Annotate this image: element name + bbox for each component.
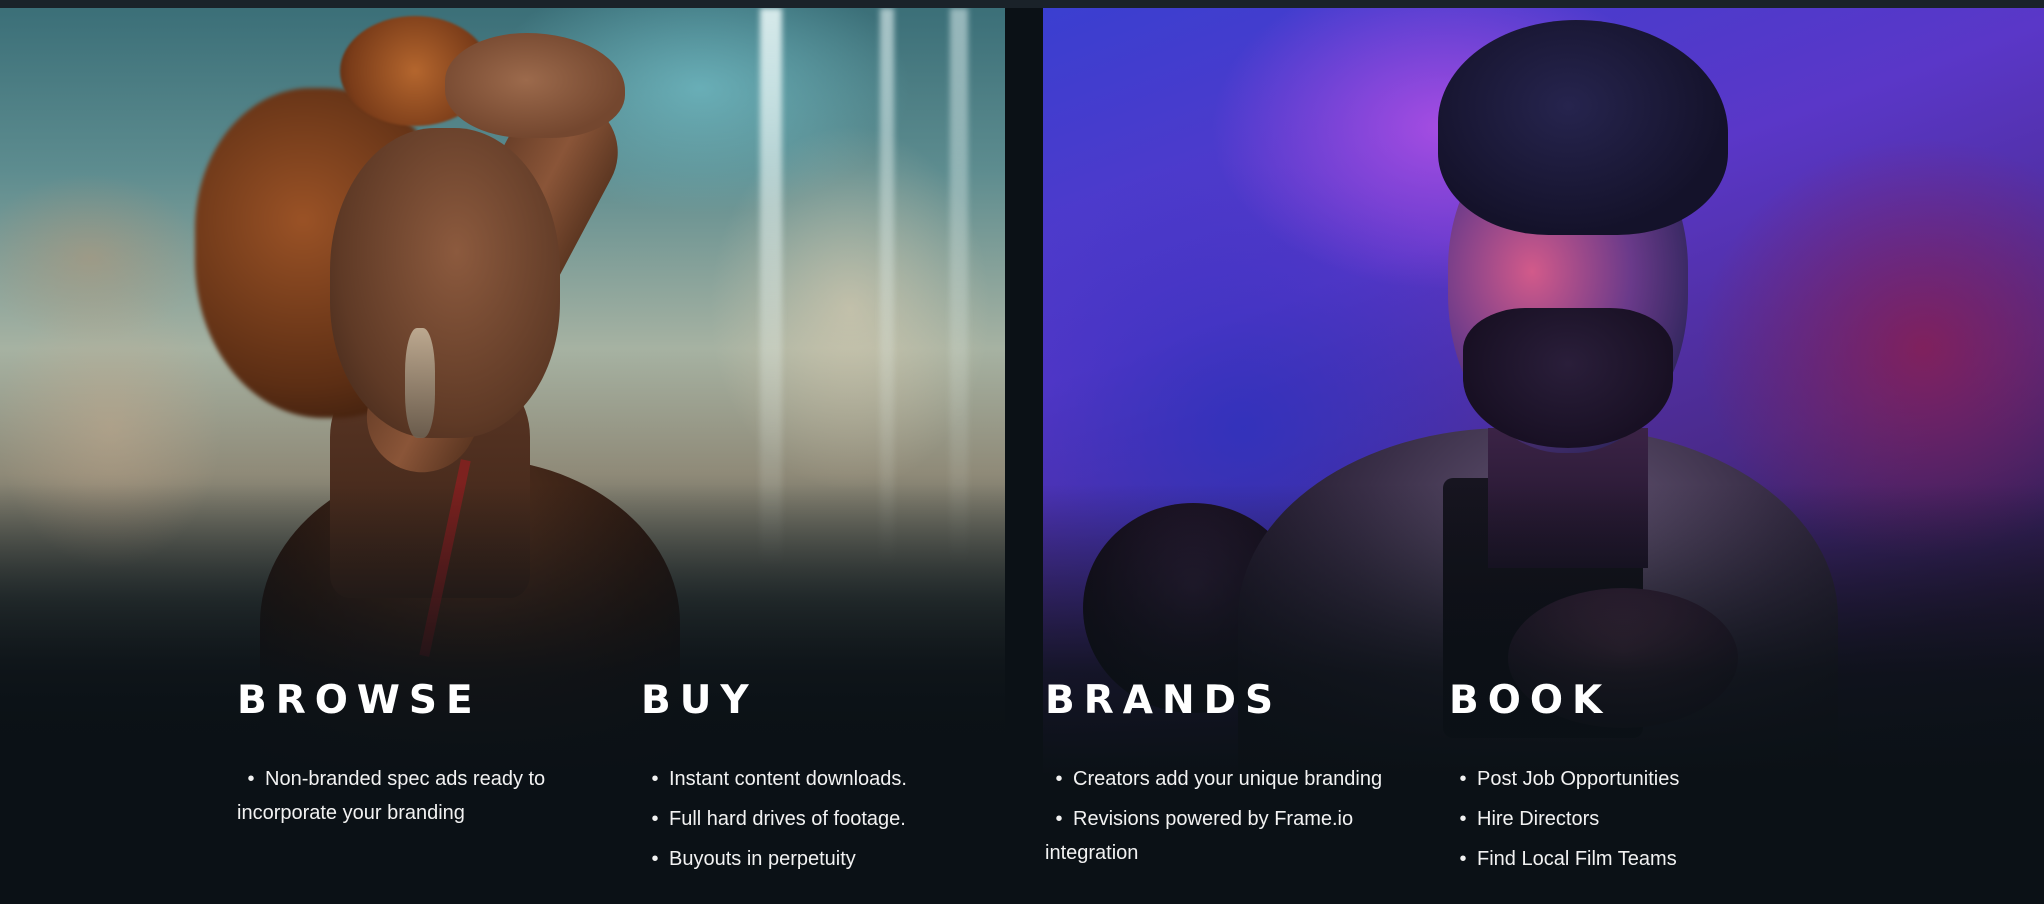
list-item: • Hire Directors: [1449, 802, 1829, 836]
column-heading: BROWSE: [237, 678, 482, 723]
feature-column-brands: BRANDS • Creators add your unique brandin…: [1045, 675, 1415, 876]
woman-earring: [405, 328, 435, 438]
bullet-icon: •: [651, 848, 659, 870]
feature-list: • Post Job Opportunities • Hire Directors …: [1449, 762, 1829, 876]
man-beard: [1463, 308, 1673, 448]
feature-list: • Non-branded spec ads ready to incorpora…: [237, 762, 617, 830]
list-item: • Non-branded spec ads ready to incorpora…: [237, 762, 617, 830]
page: BROWSE • Non-branded spec ads ready to in…: [0, 0, 2044, 904]
list-item: • Revisions powered by Frame.io integrati…: [1045, 802, 1415, 870]
bullet-icon: •: [1459, 848, 1467, 870]
list-item: • Buyouts in perpetuity: [641, 842, 1021, 876]
bullet-icon: •: [651, 768, 659, 790]
bullet-icon: •: [247, 768, 255, 790]
feature-column-buy: BUY • Instant content downloads. • Full ha…: [641, 675, 1021, 882]
feature-column-browse: BROWSE • Non-branded spec ads ready to in…: [237, 675, 617, 836]
list-item-text: Revisions powered by Frame.io integratio…: [1045, 808, 1354, 864]
list-item-text: Hire Directors: [1477, 808, 1600, 830]
list-item: • Full hard drives of footage.: [641, 802, 1021, 836]
list-item: • Creators add your unique branding: [1045, 762, 1415, 796]
bullet-icon: •: [1055, 808, 1063, 830]
list-item: • Instant content downloads.: [641, 762, 1021, 796]
column-heading: BOOK: [1449, 678, 1612, 723]
feature-list: • Instant content downloads. • Full hard d…: [641, 762, 1021, 876]
list-item-text: Full hard drives of footage.: [669, 808, 906, 830]
bullet-icon: •: [1055, 768, 1063, 790]
column-heading: BUY: [641, 678, 758, 723]
top-border: [0, 0, 2044, 8]
list-item-text: Instant content downloads.: [669, 768, 907, 790]
bullet-icon: •: [1459, 768, 1467, 790]
feature-list: • Creators add your unique branding • Revi…: [1045, 762, 1415, 870]
woman-face: [330, 128, 560, 438]
list-item-text: Non-branded spec ads ready to incorporat…: [237, 768, 546, 824]
list-item-text: Buyouts in perpetuity: [669, 848, 856, 870]
list-item-text: Find Local Film Teams: [1477, 848, 1677, 870]
list-item-text: Creators add your unique branding: [1073, 768, 1383, 790]
bullet-icon: •: [1459, 808, 1467, 830]
list-item: • Find Local Film Teams: [1449, 842, 1829, 876]
column-heading: BRANDS: [1045, 678, 1283, 723]
bullet-icon: •: [651, 808, 659, 830]
list-item-text: Post Job Opportunities: [1477, 768, 1680, 790]
feature-column-book: BOOK • Post Job Opportunities • Hire Direc…: [1449, 675, 1829, 882]
list-item: • Post Job Opportunities: [1449, 762, 1829, 796]
